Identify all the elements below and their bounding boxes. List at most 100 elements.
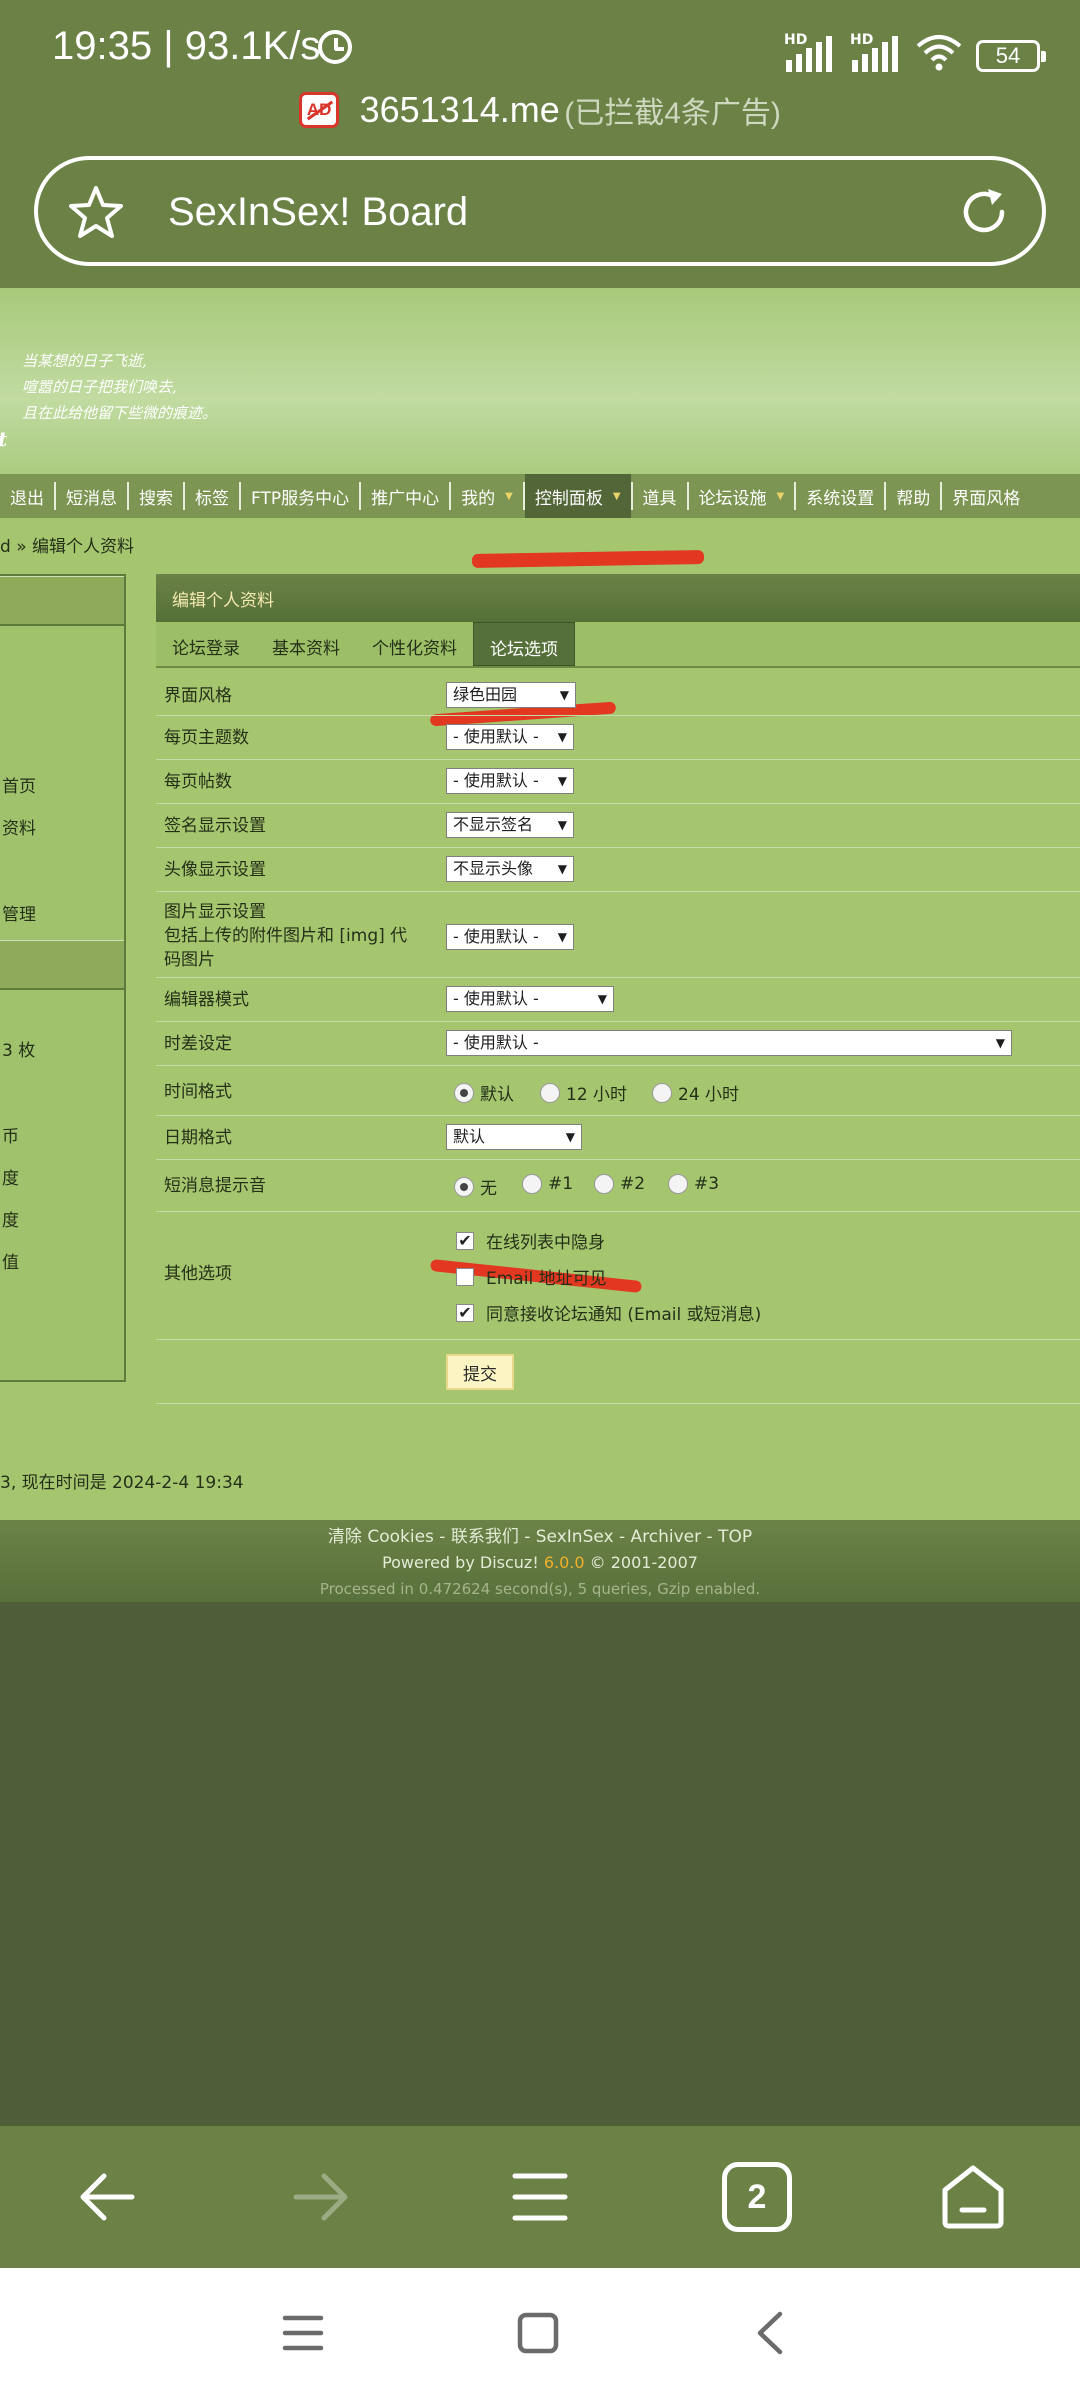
avatar-select[interactable]: 不显示头像 ▼ bbox=[446, 856, 574, 882]
notify-checkbox[interactable]: ✔ 同意接收论坛通知 (Email 或短消息) bbox=[456, 1300, 761, 1325]
tab-login[interactable]: 论坛登录 bbox=[156, 622, 256, 666]
timezone-select[interactable]: - 使用默认 - ▼ bbox=[446, 1030, 1012, 1056]
row-pm-sound: 短消息提示音 无 #1 #2 #3 bbox=[156, 1160, 1080, 1212]
signal-icon: HD bbox=[784, 32, 836, 72]
tab-basic[interactable]: 基本资料 bbox=[256, 622, 356, 666]
page-title: SexInSex! Board bbox=[168, 190, 469, 234]
menu-item-control-panel[interactable]: 控制面板 ▼ bbox=[524, 474, 631, 518]
menu-item-help[interactable]: 帮助 bbox=[886, 474, 940, 518]
signal-icon: HD bbox=[850, 32, 902, 72]
menu-item-logout[interactable]: 退出 bbox=[0, 474, 54, 518]
submit-button[interactable]: 提交 bbox=[446, 1354, 514, 1390]
row-time-format: 时间格式 默认 12 小时 24 小时 bbox=[156, 1066, 1080, 1116]
posts-per-page-select[interactable]: - 使用默认 - ▼ bbox=[446, 768, 574, 794]
sidebar-item[interactable]: 管理 bbox=[2, 900, 36, 925]
pm-sound-1[interactable]: #1 bbox=[522, 1174, 573, 1194]
select-arrow-icon: ▼ bbox=[597, 992, 607, 1006]
menu-item-facilities[interactable]: 论坛设施 ▼ bbox=[689, 474, 795, 518]
forum-footer: 清除 Cookies - 联系我们 - SexInSex - Archiver … bbox=[0, 1520, 1080, 1602]
pm-sound-2[interactable]: #2 bbox=[594, 1174, 645, 1194]
forum-banner: 当某想的日子飞逝, 喧嚣的日子把我们唤去, 且在此给他留下些微的痕迹。 t bbox=[0, 288, 1080, 474]
menu-item-tags[interactable]: 标签 bbox=[185, 474, 239, 518]
sidebar-item[interactable]: 首页 bbox=[2, 772, 36, 797]
reload-icon[interactable] bbox=[958, 186, 1010, 238]
back-icon[interactable] bbox=[72, 2162, 142, 2232]
home-square-icon[interactable] bbox=[515, 2310, 561, 2356]
row-date-format: 日期格式 默认 ▼ bbox=[156, 1116, 1080, 1160]
select-arrow-icon: ▼ bbox=[995, 1036, 1005, 1050]
row-avatar: 头像显示设置 不显示头像 ▼ bbox=[156, 848, 1080, 892]
sidebar: 首页 资料 管理 3 枚 币 度 度 值 bbox=[0, 574, 126, 1382]
dropdown-arrow-icon: ▼ bbox=[776, 490, 785, 502]
menu-item-messages[interactable]: 短消息 bbox=[56, 474, 127, 518]
browser-chrome: 19:35 | 93.1K/s HD HD 54 AD 3651314.me (… bbox=[0, 0, 1080, 288]
battery-icon: 54 bbox=[976, 40, 1046, 72]
menu-item-tools[interactable]: 道具 bbox=[633, 474, 687, 518]
row-signature: 签名显示设置 不显示签名 ▼ bbox=[156, 804, 1080, 848]
panel-title: 编辑个人资料 bbox=[156, 574, 1080, 622]
processed-info: Processed in 0.472624 second(s), 5 queri… bbox=[319, 1580, 761, 1598]
select-arrow-icon: ▼ bbox=[557, 774, 567, 788]
url-host[interactable]: 3651314.me bbox=[360, 89, 560, 130]
sidebar-item: 值 bbox=[2, 1253, 19, 1273]
profile-tabs: 论坛登录 基本资料 个性化资料 论坛选项 bbox=[156, 622, 1080, 668]
status-time: 19:35 | 93.1K/s bbox=[52, 24, 321, 68]
tabs-icon[interactable]: 2 bbox=[722, 2162, 792, 2232]
sidebar-item: 度 bbox=[2, 1211, 19, 1231]
forward-icon[interactable] bbox=[286, 2162, 356, 2232]
menu-item-my[interactable]: 我的 ▼ bbox=[451, 474, 523, 518]
system-back-icon[interactable] bbox=[748, 2310, 794, 2356]
select-arrow-icon: ▼ bbox=[565, 1130, 575, 1144]
browser-nav-bar: 2 bbox=[0, 2126, 1080, 2268]
invisible-checkbox[interactable]: ✔ 在线列表中隐身 bbox=[456, 1228, 605, 1253]
alarm-icon bbox=[318, 30, 352, 64]
home-icon[interactable] bbox=[938, 2162, 1008, 2232]
row-topics: 每页主题数 - 使用默认 - ▼ bbox=[156, 716, 1080, 760]
date-format-select[interactable]: 默认 ▼ bbox=[446, 1124, 582, 1150]
menu-item-system-settings[interactable]: 系统设置 bbox=[796, 474, 884, 518]
sidebar-item[interactable]: 资料 bbox=[2, 814, 36, 839]
menu-item-style[interactable]: 界面风格 bbox=[942, 474, 1030, 518]
row-style: 界面风格 绿色田园 ▼ bbox=[156, 674, 1080, 716]
pm-sound-none[interactable]: 无 bbox=[454, 1174, 497, 1199]
style-select[interactable]: 绿色田园 ▼ bbox=[446, 682, 576, 708]
address-bar[interactable]: SexInSex! Board bbox=[34, 156, 1046, 266]
sidebar-header bbox=[0, 576, 124, 626]
signature-select[interactable]: 不显示签名 ▼ bbox=[446, 812, 574, 838]
recent-apps-icon[interactable] bbox=[280, 2310, 326, 2356]
row-timezone: 时差设定 - 使用默认 - ▼ bbox=[156, 1022, 1080, 1066]
banner-poem: 当某想的日子飞逝, 喧嚣的日子把我们唤去, 且在此给他留下些微的痕迹。 t bbox=[0, 352, 218, 451]
time-format-24h[interactable]: 24 小时 bbox=[652, 1080, 739, 1105]
tab-personal[interactable]: 个性化资料 bbox=[356, 622, 473, 666]
select-arrow-icon: ▼ bbox=[557, 862, 567, 876]
status-icons: HD HD 54 bbox=[784, 28, 1046, 72]
time-format-default[interactable]: 默认 bbox=[454, 1080, 514, 1105]
row-editor: 编辑器模式 - 使用默认 - ▼ bbox=[156, 978, 1080, 1022]
footer-links[interactable]: 清除 Cookies - 联系我们 - SexInSex - Archiver … bbox=[0, 1524, 1080, 1550]
time-format-12h[interactable]: 12 小时 bbox=[540, 1080, 627, 1105]
images-select[interactable]: - 使用默认 - ▼ bbox=[446, 924, 574, 950]
menu-item-promotion[interactable]: 推广中心 bbox=[361, 474, 449, 518]
system-nav-bar bbox=[0, 2268, 1080, 2400]
dropdown-arrow-icon: ▼ bbox=[505, 490, 513, 502]
email-visible-checkbox[interactable]: Email 地址可见 bbox=[456, 1264, 607, 1289]
pm-sound-3[interactable]: #3 bbox=[668, 1174, 719, 1194]
ad-block-icon[interactable]: AD bbox=[299, 92, 340, 128]
select-arrow-icon: ▼ bbox=[557, 730, 567, 744]
tab-forum-options[interactable]: 论坛选项 bbox=[473, 622, 575, 666]
topics-per-page-select[interactable]: - 使用默认 - ▼ bbox=[446, 724, 574, 750]
menu-icon[interactable] bbox=[505, 2162, 575, 2232]
select-arrow-icon: ▼ bbox=[559, 688, 569, 702]
sidebar-item: 3 枚 bbox=[2, 1041, 36, 1061]
menu-item-ftp[interactable]: FTP服务中心 bbox=[241, 474, 359, 518]
sidebar-item: 度 bbox=[2, 1169, 19, 1189]
dropdown-arrow-icon: ▼ bbox=[612, 490, 621, 502]
profile-panel: 编辑个人资料 论坛登录 基本资料 个性化资料 论坛选项 界面风格 绿色田园 ▼ 每… bbox=[156, 574, 1080, 1404]
sidebar-item: 币 bbox=[2, 1127, 19, 1147]
row-images: 图片显示设置 包括上传的附件图片和 [img] 代 码图片 - 使用默认 - ▼ bbox=[156, 892, 1080, 978]
editor-mode-select[interactable]: - 使用默认 - ▼ bbox=[446, 986, 614, 1012]
wifi-icon bbox=[916, 35, 962, 71]
menu-item-search[interactable]: 搜索 bbox=[129, 474, 183, 518]
star-icon[interactable] bbox=[68, 184, 124, 240]
web-page: 当某想的日子飞逝, 喧嚣的日子把我们唤去, 且在此给他留下些微的痕迹。 t 退出… bbox=[0, 288, 1080, 1520]
